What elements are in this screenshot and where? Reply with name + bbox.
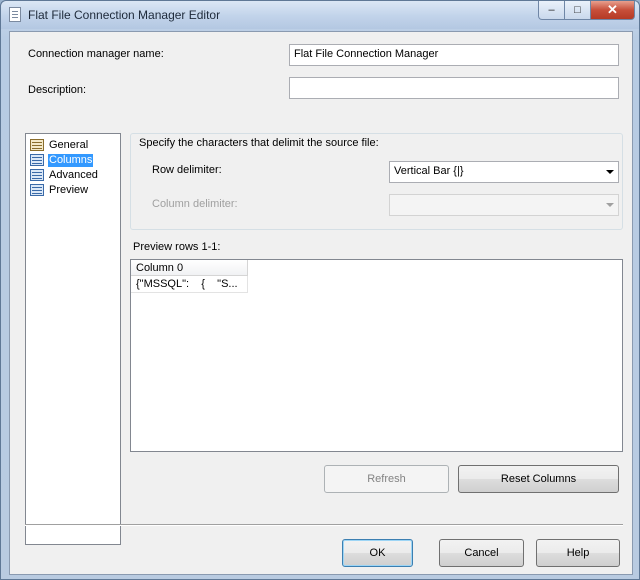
nav-item-columns[interactable]: Columns xyxy=(30,153,94,167)
dialog-client-area: Connection manager name: Flat File Conne… xyxy=(9,31,633,575)
close-button[interactable]: ✕ xyxy=(591,1,635,20)
reset-columns-button[interactable]: Reset Columns xyxy=(458,465,619,493)
column-delimiter-label: Column delimiter: xyxy=(152,198,238,210)
column-delimiter-select[interactable] xyxy=(389,194,619,216)
dialog-window: Flat File Connection Manager Editor – □ … xyxy=(0,0,640,580)
maximize-button[interactable]: □ xyxy=(565,1,591,20)
grid-cell[interactable]: {"MSSQL": { "S... xyxy=(131,276,248,293)
window-title: Flat File Connection Manager Editor xyxy=(28,8,221,22)
preview-rows-label: Preview rows 1-1: xyxy=(133,241,221,253)
minimize-button[interactable]: – xyxy=(538,1,565,20)
advanced-icon xyxy=(30,169,44,181)
grid-column-header[interactable]: Column 0 xyxy=(131,260,248,276)
description-input[interactable] xyxy=(289,77,619,99)
help-button[interactable]: Help xyxy=(536,539,620,567)
connection-name-label: Connection manager name: xyxy=(28,48,164,60)
window-controls: – □ ✕ xyxy=(538,1,635,21)
row-delimiter-value: Vertical Bar {|} xyxy=(394,165,464,177)
connection-name-input[interactable]: Flat File Connection Manager xyxy=(289,44,619,66)
preview-grid[interactable]: Column 0 {"MSSQL": { "S... xyxy=(130,259,623,452)
row-delimiter-label: Row delimiter: xyxy=(152,164,222,176)
nav-item-label: Preview xyxy=(49,183,89,196)
preview-icon xyxy=(30,184,44,196)
general-icon xyxy=(30,139,44,151)
ok-button[interactable]: OK xyxy=(342,539,413,567)
refresh-button[interactable]: Refresh xyxy=(324,465,449,493)
separator-line xyxy=(25,524,623,526)
delimiter-group-title: Specify the characters that delimit the … xyxy=(139,137,379,149)
nav-item-general[interactable]: General xyxy=(30,138,89,152)
title-bar[interactable]: Flat File Connection Manager Editor – □ … xyxy=(1,1,639,29)
description-label: Description: xyxy=(28,84,87,96)
nav-item-preview[interactable]: Preview xyxy=(30,183,89,197)
cancel-button[interactable]: Cancel xyxy=(439,539,524,567)
nav-item-label: Advanced xyxy=(49,168,98,181)
nav-item-label: Columns xyxy=(48,153,94,167)
columns-icon xyxy=(30,154,44,166)
nav-item-label: General xyxy=(49,138,89,151)
document-icon xyxy=(9,7,21,22)
page-nav-list: General Columns Advanced Preview xyxy=(25,133,121,545)
chevron-down-icon xyxy=(606,170,614,174)
row-delimiter-select[interactable]: Vertical Bar {|} xyxy=(389,161,619,183)
nav-item-advanced[interactable]: Advanced xyxy=(30,168,99,182)
chevron-down-icon xyxy=(606,203,614,207)
